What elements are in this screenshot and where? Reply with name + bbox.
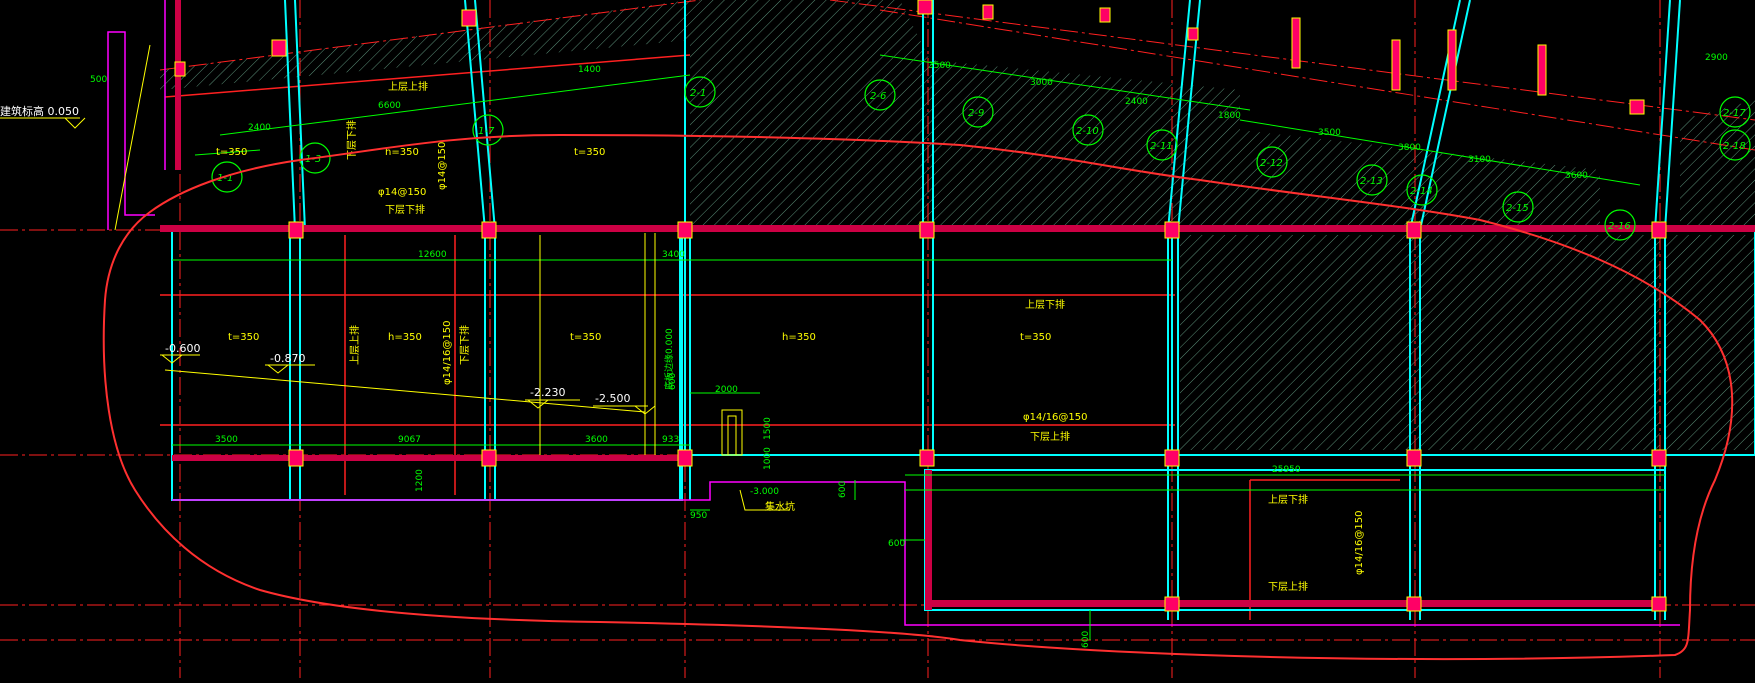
rebar-label: 下层上排 [1268, 580, 1308, 593]
foundation-plan-drawing: 1-1 1-3 1-7 2-1 2-6 2-9 2-10 2-11 2-12 2… [0, 0, 1755, 678]
dim-text: 3100 [1468, 155, 1491, 165]
elevation-label: -0.600 [165, 342, 200, 355]
axis-label: 2-10 [1076, 126, 1099, 137]
thickness-label: t=350 [228, 332, 259, 343]
elevation-label: -3.000 [750, 487, 779, 497]
axis-label: 2-15 [1506, 203, 1529, 214]
dim-text: 3500 [928, 61, 951, 71]
thickness-label: h=350 [385, 147, 419, 158]
dim-text: 3000 [1030, 78, 1053, 88]
thickness-label: t=350 [574, 147, 605, 158]
pit-label: 集水坑 [765, 500, 795, 513]
dim-text: 2900 [1705, 53, 1728, 63]
building-elevation-label: 建筑标高 0.050 [0, 104, 79, 118]
rebar-label: 上层上排 [348, 325, 361, 365]
rebar-label: φ14@150 [378, 187, 426, 198]
rebar-label: φ14/16@150 [1023, 412, 1088, 423]
axis-label: 2-18 [1723, 141, 1746, 152]
dim-text: 3500 [215, 435, 238, 445]
dim-text: 12600 [418, 250, 447, 260]
rebar-label: 下层下排 [385, 203, 425, 216]
dim-text: 3600 [1565, 171, 1588, 181]
dim-text: 1400 [578, 65, 601, 75]
axis-label: 1-7 [478, 126, 495, 137]
thickness-label: t=350 [216, 147, 247, 158]
axis-label: 2-13 [1360, 176, 1383, 187]
rebar-label: 下层上排 [1030, 430, 1070, 443]
hatch-region-top-right [1680, 100, 1755, 230]
dim-text: 500 [90, 75, 107, 85]
dim-text: 6600 [378, 101, 401, 111]
axis-label: 2-14 [1410, 186, 1433, 197]
dim-text: 9067 [398, 435, 421, 445]
dim-text: 2400 [1125, 97, 1148, 107]
dim-text: 600 [668, 373, 678, 390]
rebar-label: φ14/16@150 [442, 320, 453, 385]
elevation-marks: -0.600 -0.870 -2.230 -2.500 -3.000 集水坑 [165, 342, 795, 513]
dim-text: 3600 [585, 435, 608, 445]
dim-text: 3800 [1398, 143, 1421, 153]
axis-label: 2-16 [1608, 221, 1631, 232]
axis-label: 2-12 [1260, 158, 1283, 169]
dim-text: 2000 [715, 385, 738, 395]
dim-text: 2400 [248, 123, 271, 133]
thickness-label: t=350 [570, 332, 601, 343]
dim-text: 3400 [662, 250, 685, 260]
dim-text: 1000 [763, 447, 773, 470]
mid-dimensions: 12600 3400 底板边缘0.000 2000 1500 1000 600 … [215, 250, 1301, 648]
dim-text: 1800 [1218, 111, 1241, 121]
dim-text: 933 [662, 435, 679, 445]
rebar-label: φ14/16@150 [1354, 510, 1365, 575]
elevation-label: -0.870 [270, 352, 305, 365]
elevation-label: -2.230 [530, 386, 565, 399]
axis-label: 2-6 [870, 91, 886, 102]
dim-text: 1500 [763, 417, 773, 440]
elevation-label: -2.500 [595, 392, 630, 405]
axis-label: 2-9 [968, 108, 984, 119]
thickness-label: h=350 [388, 332, 422, 343]
rebar-label: φ14@150 [437, 142, 448, 190]
rebar-label: 上层上排 [388, 80, 428, 93]
rebar-label: 上层下排 [1025, 298, 1065, 311]
cad-drawing-canvas[interactable]: 1-1 1-3 1-7 2-1 2-6 2-9 2-10 2-11 2-12 2… [0, 0, 1755, 678]
dim-text: 1200 [415, 469, 425, 492]
axis-label: 2-17 [1723, 108, 1746, 119]
thickness-label: t=350 [1020, 332, 1051, 343]
thickness-label: h=350 [782, 332, 816, 343]
dim-text: 25950 [1272, 465, 1301, 475]
hatch-region-far-right [1665, 235, 1755, 450]
rebar-label: 下层下排 [458, 325, 471, 365]
dim-text: 600 [888, 539, 905, 549]
rebar-label: 上层下排 [1268, 493, 1308, 506]
axis-label: 2-11 [1150, 141, 1173, 152]
axis-label: 2-1 [690, 88, 706, 99]
dim-text: 600 [838, 481, 848, 498]
dim-text: 600 [1081, 631, 1091, 648]
dim-text: 3500 [1318, 128, 1341, 138]
dim-text: 950 [690, 511, 707, 521]
